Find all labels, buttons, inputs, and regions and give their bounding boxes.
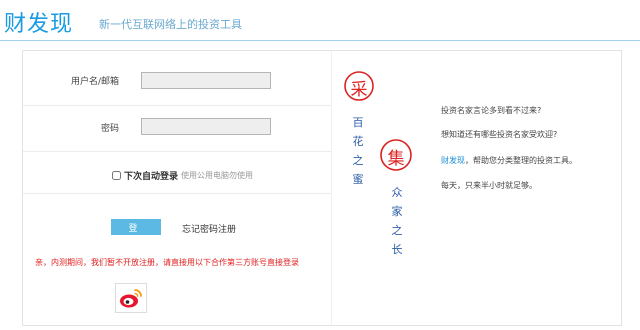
verse-right: 众 家 之 长 [390,183,404,259]
remember-hint: 使用公用电脑勿使用 [181,171,254,180]
seal-circles [344,71,412,171]
password-input[interactable] [141,118,271,135]
weibo-login-button[interactable] [115,283,147,313]
site-logo[interactable]: 财发现 [4,6,73,38]
verse-char: 家 [391,205,403,218]
beta-notice: 亲，内测期间，我们暂不开放注册，请直接用以下合作第三方账号直接登录 [35,258,299,267]
verse-char: 众 [391,186,403,199]
header-divider [0,40,640,41]
intro-line-4: 每天，只来半小时就足够。 [441,181,537,190]
seal-char-right: 集 [387,149,405,169]
site-header: 财发现 新一代互联网络上的投资工具 [0,0,640,42]
row-divider [23,151,331,152]
brand-name: 财发现 [441,156,465,165]
verse-char: 之 [391,224,403,237]
password-label: 密码 [100,124,119,134]
login-button[interactable]: 登 录 [111,219,161,249]
remember-me: 下次自动登录 使用公用电脑勿使用 [112,169,253,182]
login-panel: 用户名/邮箱 密码 下次自动登录 使用公用电脑勿使用 登 录 忘记密码注册 亲，… [22,50,622,326]
intro-line-1: 投资名家言论多到看不过来? [441,106,542,115]
site-tagline: 新一代互联网络上的投资工具 [99,18,242,31]
verse-left: 百 花 之 蜜 [351,113,365,189]
login-form: 用户名/邮箱 密码 下次自动登录 使用公用电脑勿使用 登 录 忘记密码注册 亲，… [23,51,331,325]
intro-line-3-text: ，帮助您分类整理的投资工具。 [465,156,577,165]
intro-line-3: 财发现，帮助您分类整理的投资工具。 [441,155,577,166]
forgot-password-link[interactable]: 忘记密码注册 [182,222,236,235]
weibo-icon [120,289,142,308]
username-label: 用户名/邮箱 [70,77,119,87]
calligraphy-art: 采 集 百 花 之 蜜 众 家 之 长 [332,51,427,325]
verse-char: 百 [352,116,364,129]
row-divider [23,105,331,106]
username-input[interactable] [141,72,271,89]
seal-char-left: 采 [350,80,368,100]
remember-checkbox[interactable] [112,171,121,180]
verse-char: 长 [391,243,403,256]
verse-char: 蜜 [352,173,364,186]
row-divider [23,193,331,194]
verse-char: 花 [352,135,364,148]
verse-char: 之 [352,154,364,167]
remember-label[interactable]: 下次自动登录 [124,169,178,182]
intro-line-2: 想知道还有哪些投资名家受欢迎? [441,130,558,139]
